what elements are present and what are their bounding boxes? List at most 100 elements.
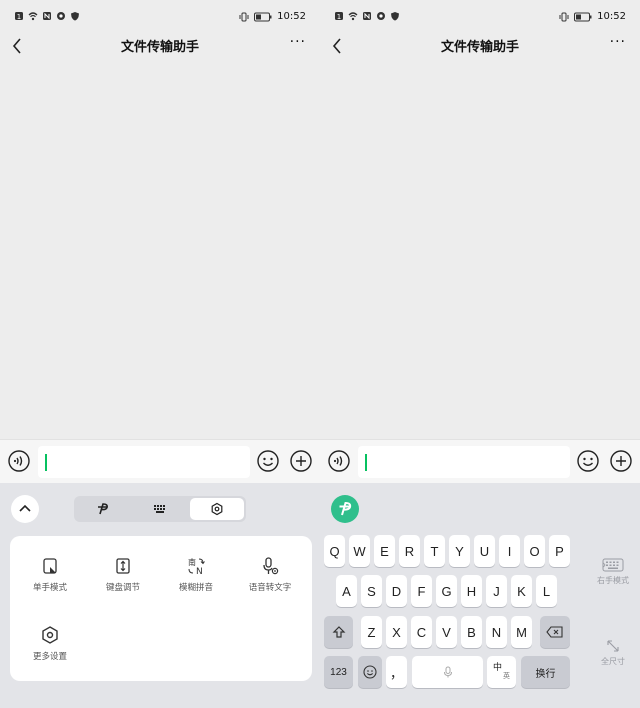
input-bar: [0, 439, 320, 483]
battery-icon: [254, 12, 272, 21]
message-input[interactable]: [358, 446, 570, 478]
emoji-icon[interactable]: [257, 450, 279, 472]
key-h[interactable]: H: [461, 575, 482, 607]
nfc-icon: [43, 12, 51, 20]
more-settings-icon: [42, 626, 58, 644]
key-g[interactable]: G: [436, 575, 457, 607]
language-switch-key[interactable]: 中 英: [487, 656, 516, 688]
more-options-icon[interactable]: ···: [290, 34, 306, 50]
voice-input-icon[interactable]: [8, 450, 30, 472]
menu-label: 单手模式: [32, 583, 67, 593]
keyboard-adjust-icon: [116, 558, 130, 574]
key-m[interactable]: M: [511, 616, 532, 648]
microphone-icon: [443, 666, 452, 678]
key-z[interactable]: Z: [361, 616, 382, 648]
vibrate-icon: [239, 12, 249, 21]
add-more-icon[interactable]: [610, 450, 632, 472]
key-w[interactable]: W: [349, 535, 370, 567]
ime-logo-icon: [339, 502, 352, 516]
text-cursor: [45, 454, 47, 471]
emoji-key[interactable]: [358, 656, 382, 688]
add-more-icon[interactable]: [290, 450, 312, 472]
key-t[interactable]: T: [424, 535, 445, 567]
svg-text:1: 1: [17, 13, 21, 21]
space-key[interactable]: [412, 656, 483, 688]
key-d[interactable]: D: [386, 575, 407, 607]
text-cursor: [365, 454, 367, 471]
right-hand-keyboard-icon: [602, 558, 624, 572]
collapse-keyboard-button[interactable]: [11, 495, 39, 523]
one-hand-mode-icon: [43, 558, 57, 574]
status-time: 10:52: [277, 11, 306, 22]
key-c[interactable]: C: [411, 616, 432, 648]
menu-label: 语音转文字: [248, 583, 292, 593]
notification-icon: 1: [335, 12, 343, 21]
battery-icon: [574, 12, 592, 21]
key-v[interactable]: V: [436, 616, 457, 648]
fuzzy-pinyin-icon: 南N: [188, 557, 205, 576]
key-l[interactable]: L: [536, 575, 557, 607]
enter-key[interactable]: 换行: [521, 656, 570, 688]
qwerty-keyboard: Q W E R T Y U I O P A S D F G H J K L Z …: [320, 483, 640, 708]
notification-icon: 1: [15, 12, 23, 21]
right-hand-mode-button[interactable]: 右手模式: [586, 558, 640, 586]
key-f[interactable]: F: [411, 575, 432, 607]
chevron-up-icon: [19, 504, 31, 512]
key-x[interactable]: X: [386, 616, 407, 648]
key-s[interactable]: S: [361, 575, 382, 607]
key-n[interactable]: N: [486, 616, 507, 648]
voice-input-icon[interactable]: [328, 450, 350, 472]
ime-logo-button[interactable]: [331, 495, 359, 523]
key-k[interactable]: K: [511, 575, 532, 607]
key-j[interactable]: J: [486, 575, 507, 607]
ime-logo-icon: [98, 503, 108, 515]
app-icon: [57, 12, 65, 20]
full-size-button[interactable]: 全尺寸: [586, 639, 640, 667]
tab-keyboard[interactable]: [133, 498, 187, 520]
menu-fuzzy-pinyin[interactable]: 南N 模糊拼音: [158, 556, 234, 616]
menu-more-settings[interactable]: 更多设置: [12, 625, 88, 685]
chat-title: 文件传输助手: [120, 40, 199, 55]
keyboard-grid-icon: [154, 505, 165, 513]
app-icon: [377, 12, 385, 20]
full-size-label: 全尺寸: [601, 657, 625, 666]
key-u[interactable]: U: [474, 535, 495, 567]
menu-keyboard-adjust[interactable]: 键盘调节: [85, 556, 161, 616]
key-b[interactable]: B: [461, 616, 482, 648]
emoji-icon[interactable]: [577, 450, 599, 472]
menu-voice-to-text[interactable]: 语音转文字: [232, 556, 308, 616]
tab-logo[interactable]: [76, 498, 130, 520]
shield-icon: [391, 12, 399, 21]
punctuation-key[interactable]: ，: [386, 656, 407, 688]
language-chinese-label: 中: [493, 663, 503, 673]
menu-one-hand-mode[interactable]: 单手模式: [12, 556, 88, 616]
key-e[interactable]: E: [374, 535, 395, 567]
status-bar: 1 10:52: [0, 0, 320, 34]
shift-arrow-icon: [332, 626, 345, 638]
key-q[interactable]: Q: [324, 535, 345, 567]
key-o[interactable]: O: [524, 535, 545, 567]
settings-menu-card: 单手模式 键盘调节 南N 模糊拼音 语音转文字 更多设置: [10, 536, 312, 681]
backspace-key[interactable]: [540, 616, 570, 648]
keyboard-settings-area: 单手模式 键盘调节 南N 模糊拼音 语音转文字 更多设置: [0, 483, 320, 708]
key-a[interactable]: A: [336, 575, 357, 607]
key-r[interactable]: R: [399, 535, 420, 567]
number-mode-key[interactable]: 123: [324, 656, 353, 688]
voice-to-text-icon: [263, 557, 279, 575]
screen-qwerty-keyboard: 1 10:52 文件传输助手 ··· Q W E R T Y U I O P A…: [320, 0, 640, 708]
key-y[interactable]: Y: [449, 535, 470, 567]
shield-icon: [71, 12, 79, 21]
key-p[interactable]: P: [549, 535, 570, 567]
key-i[interactable]: I: [499, 535, 520, 567]
svg-text:南: 南: [188, 557, 196, 567]
tab-settings[interactable]: [190, 498, 244, 520]
settings-hex-icon: [211, 502, 223, 516]
more-options-icon[interactable]: ···: [610, 34, 626, 50]
wifi-icon: [28, 12, 38, 21]
backspace-icon: [546, 626, 563, 638]
svg-text:1: 1: [337, 13, 341, 21]
shift-key[interactable]: [324, 616, 353, 648]
message-input[interactable]: [38, 446, 250, 478]
status-time: 10:52: [597, 11, 626, 22]
input-bar: [320, 439, 640, 483]
